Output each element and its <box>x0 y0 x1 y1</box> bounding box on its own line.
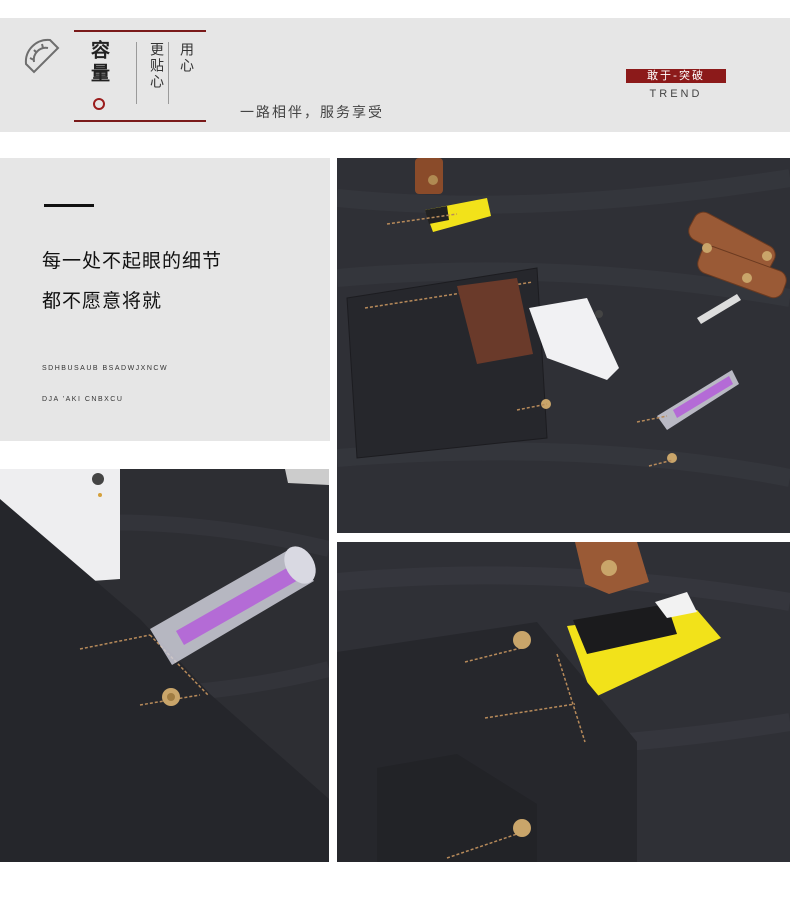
detail-text-panel: 每一处不起眼的细节 都不愿意将就 SDHBUSAUB BSADWJXNCW DJ… <box>0 158 330 441</box>
slogan: 一路相伴，服务享受 <box>240 105 384 121</box>
trend-badge: 敢于-突破 <box>626 69 726 83</box>
divider <box>136 42 137 104</box>
protractor-icon <box>24 38 60 74</box>
circle-icon <box>93 98 105 110</box>
subtitle-column-1: 更贴心 <box>148 42 164 90</box>
detail-heading-line-2: 都不愿意将就 <box>42 290 163 312</box>
decorative-caption-2: DJA 'AKI CNBXCU <box>42 396 124 403</box>
title-block: 容量 更贴心 用心 <box>74 30 206 122</box>
divider <box>168 42 169 104</box>
trend-label: TREND <box>649 88 703 100</box>
title-rule-top <box>74 30 206 32</box>
title-vertical: 容量 <box>88 40 110 86</box>
detail-heading-line-1: 每一处不起眼的细节 <box>42 250 223 272</box>
screwdriver-pocket-photo <box>0 469 329 862</box>
decorative-caption-1: SDHBUSAUB BSADWJXNCW <box>42 365 169 372</box>
title-rule-bottom <box>74 120 206 122</box>
apron-pocket-photo <box>337 158 790 533</box>
cutter-pocket-photo <box>337 542 790 862</box>
accent-dash <box>44 204 94 207</box>
subtitle-column-2: 用心 <box>178 42 194 74</box>
header-band: 容量 更贴心 用心 一路相伴，服务享受 敢于-突破 TREND <box>0 18 790 132</box>
